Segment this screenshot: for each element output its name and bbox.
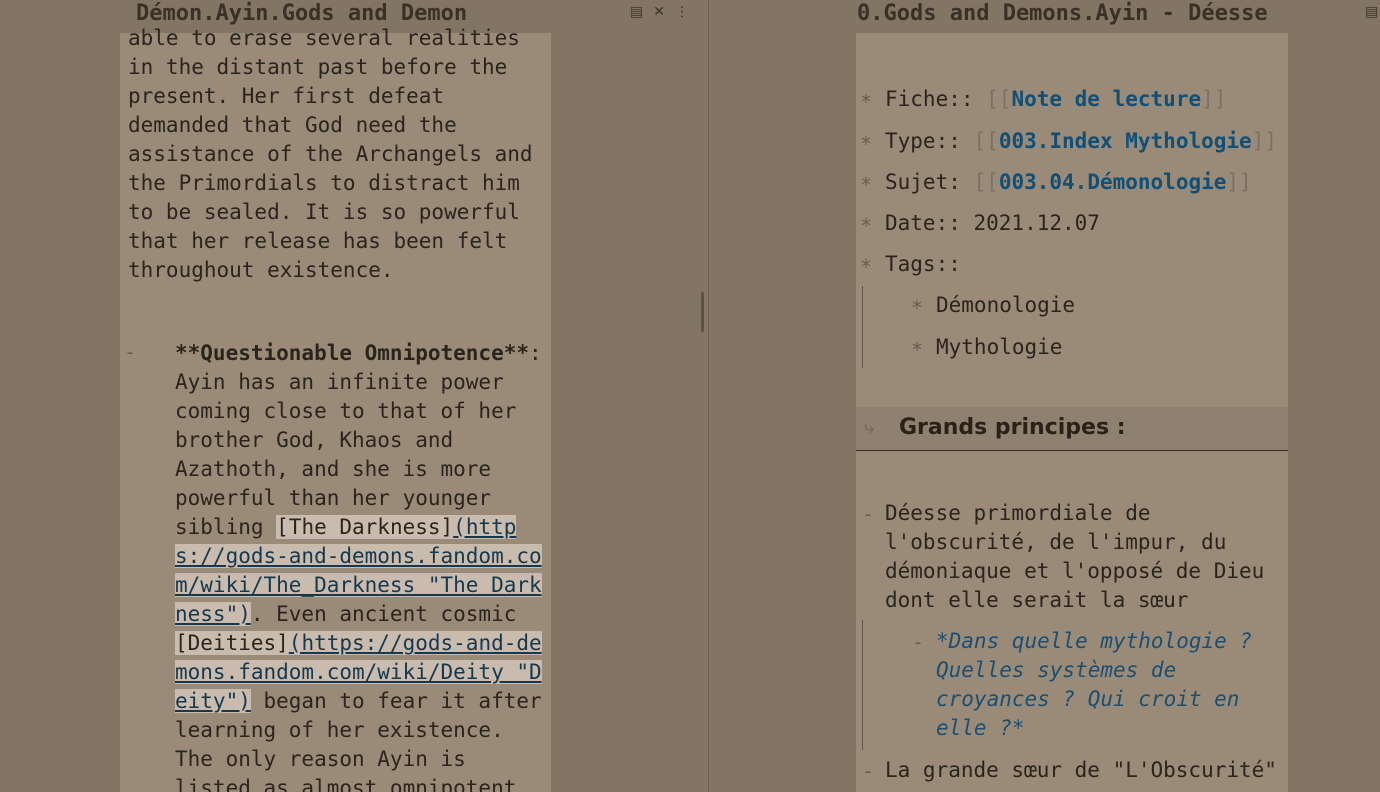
text-line: in the distant past before the	[128, 55, 508, 79]
left-pane-actions: ▤ ✕ ⋮	[630, 4, 689, 20]
text-line: s://gods-and-demons.fandom.co	[175, 542, 542, 571]
section-heading: ⤷ Grands principes :	[856, 407, 1288, 451]
list-dash-marker: -	[862, 502, 875, 526]
indent-guide	[862, 620, 863, 750]
reading-view-icon[interactable]: ▤	[630, 4, 643, 20]
text-line: Azathoth, and she is more	[175, 457, 492, 481]
fold-arrow-icon[interactable]: ⤷	[864, 417, 874, 438]
text-line: The only reason Ayin is	[175, 747, 466, 771]
link-text-the-darkness[interactable]: [The Darkness]	[276, 515, 454, 539]
external-link-url[interactable]: ness")	[175, 602, 251, 626]
text-line: La grande sœur de "L'Obscurité"	[885, 758, 1277, 782]
heading-grands-principes: Grands principes :	[899, 415, 1126, 440]
link-text-deities[interactable]: [Deities]	[175, 631, 289, 655]
external-link-url[interactable]: (http	[453, 515, 517, 539]
list-star-marker: *	[860, 90, 873, 114]
text-line: assistance of the Archangels and	[128, 142, 533, 166]
close-icon[interactable]: ✕	[653, 4, 665, 20]
text-line: present. Her first defeat	[128, 84, 445, 108]
list-star-marker: *	[860, 255, 873, 279]
meta-tags: Tags::	[885, 252, 961, 276]
text-line: m/wiki/The_Darkness "The Dark	[175, 571, 542, 600]
reading-view-icon[interactable]: ▤	[1365, 4, 1378, 20]
text-line: able to erase several realities	[128, 26, 520, 50]
list-dash-marker: -	[912, 630, 925, 654]
list-star-marker: *	[911, 296, 924, 320]
bold-heading: **Questionable Omnipotence**	[175, 341, 530, 365]
text-line: that her release has been felt	[128, 229, 508, 253]
text-line: Déesse primordiale de	[885, 501, 1151, 525]
text-line: powerful than her younger	[175, 486, 492, 510]
pane-resize-handle[interactable]	[701, 292, 704, 332]
text-line: listed as almost omnipotent	[175, 776, 517, 792]
right-pane-title[interactable]: 0.Gods and Demons.Ayin - Déesse	[857, 0, 1287, 28]
text-line: learning of her existence.	[175, 718, 504, 742]
external-link-url[interactable]: mons.fandom.com/wiki/Deity "D	[175, 660, 542, 684]
text-line: démoniaque et l'opposé de Dieu	[885, 559, 1265, 583]
more-options-icon[interactable]: ⋮	[675, 4, 689, 20]
text-line: ness"). Even ancient cosmic	[175, 602, 517, 626]
list-bullet-marker: -	[124, 340, 137, 364]
text-line: l'obscurité, de l'impur, du	[885, 530, 1227, 554]
indent-guide	[862, 286, 863, 368]
text-line: mons.fandom.com/wiki/Deity "D	[175, 658, 542, 687]
meta-type: Type:: [[003.Index Mythologie]]	[885, 129, 1277, 153]
text-line: demanded that God need the	[128, 113, 457, 137]
wikilink-note-de-lecture[interactable]: Note de lecture	[1011, 87, 1201, 111]
text-line: throughout existence.	[128, 258, 394, 282]
list-star-marker: *	[860, 214, 873, 238]
italic-question-line: Quelles systèmes de	[936, 658, 1177, 682]
external-link-url[interactable]: (https://gods-and-de	[288, 631, 542, 655]
text-line: coming close to that of her	[175, 399, 517, 423]
list-star-marker: *	[860, 173, 873, 197]
wikilink-demonologie[interactable]: 003.04.Démonologie	[999, 170, 1227, 194]
text-line: to be sealed. It is so powerful	[128, 200, 520, 224]
external-link-url[interactable]: eity")	[175, 689, 251, 713]
external-link-url[interactable]: s://gods-and-demons.fandom.co	[175, 544, 542, 568]
meta-sujet: Sujet: [[003.04.Démonologie]]	[885, 170, 1252, 194]
text-line: eity") began to fear it after	[175, 689, 542, 713]
meta-date: Date:: 2021.12.07	[885, 211, 1100, 235]
italic-question-line: *Dans quelle mythologie ?	[936, 629, 1253, 653]
list-star-marker: *	[860, 132, 873, 156]
text-line: dont elle serait la sœur	[885, 588, 1189, 612]
text-line: the Primordials to distract him	[128, 171, 520, 195]
list-dash-marker: -	[862, 759, 875, 783]
text-line-with-link: sibling [The Darkness](http	[175, 515, 517, 539]
left-editor-pane[interactable]: Démon.Ayin.Gods and Demon ▤ ✕ ⋮ able to …	[0, 0, 708, 792]
italic-question-line: croyances ? Qui croit en	[936, 687, 1240, 711]
meta-fiche: Fiche:: [[Note de lecture]]	[885, 87, 1227, 111]
right-pane-actions: ▤	[1365, 4, 1378, 20]
external-link-url[interactable]: m/wiki/The_Darkness "The Dark	[175, 573, 542, 597]
text-line-with-link: [Deities](https://gods-and-de	[175, 629, 542, 658]
tag-item[interactable]: Démonologie	[936, 291, 1075, 320]
list-star-marker: *	[911, 338, 924, 362]
wikilink-index-mythologie[interactable]: 003.Index Mythologie	[999, 129, 1252, 153]
text-line: brother God, Khaos and	[175, 428, 454, 452]
text-line: Ayin has an infinite power	[175, 370, 504, 394]
italic-question-line: elle ?*	[936, 716, 1025, 740]
tag-item[interactable]: Mythologie	[936, 333, 1062, 362]
right-editor-pane[interactable]: 0.Gods and Demons.Ayin - Déesse ▤ * Fich…	[709, 0, 1380, 792]
list-item-heading: **Questionable Omnipotence**:	[175, 341, 542, 365]
